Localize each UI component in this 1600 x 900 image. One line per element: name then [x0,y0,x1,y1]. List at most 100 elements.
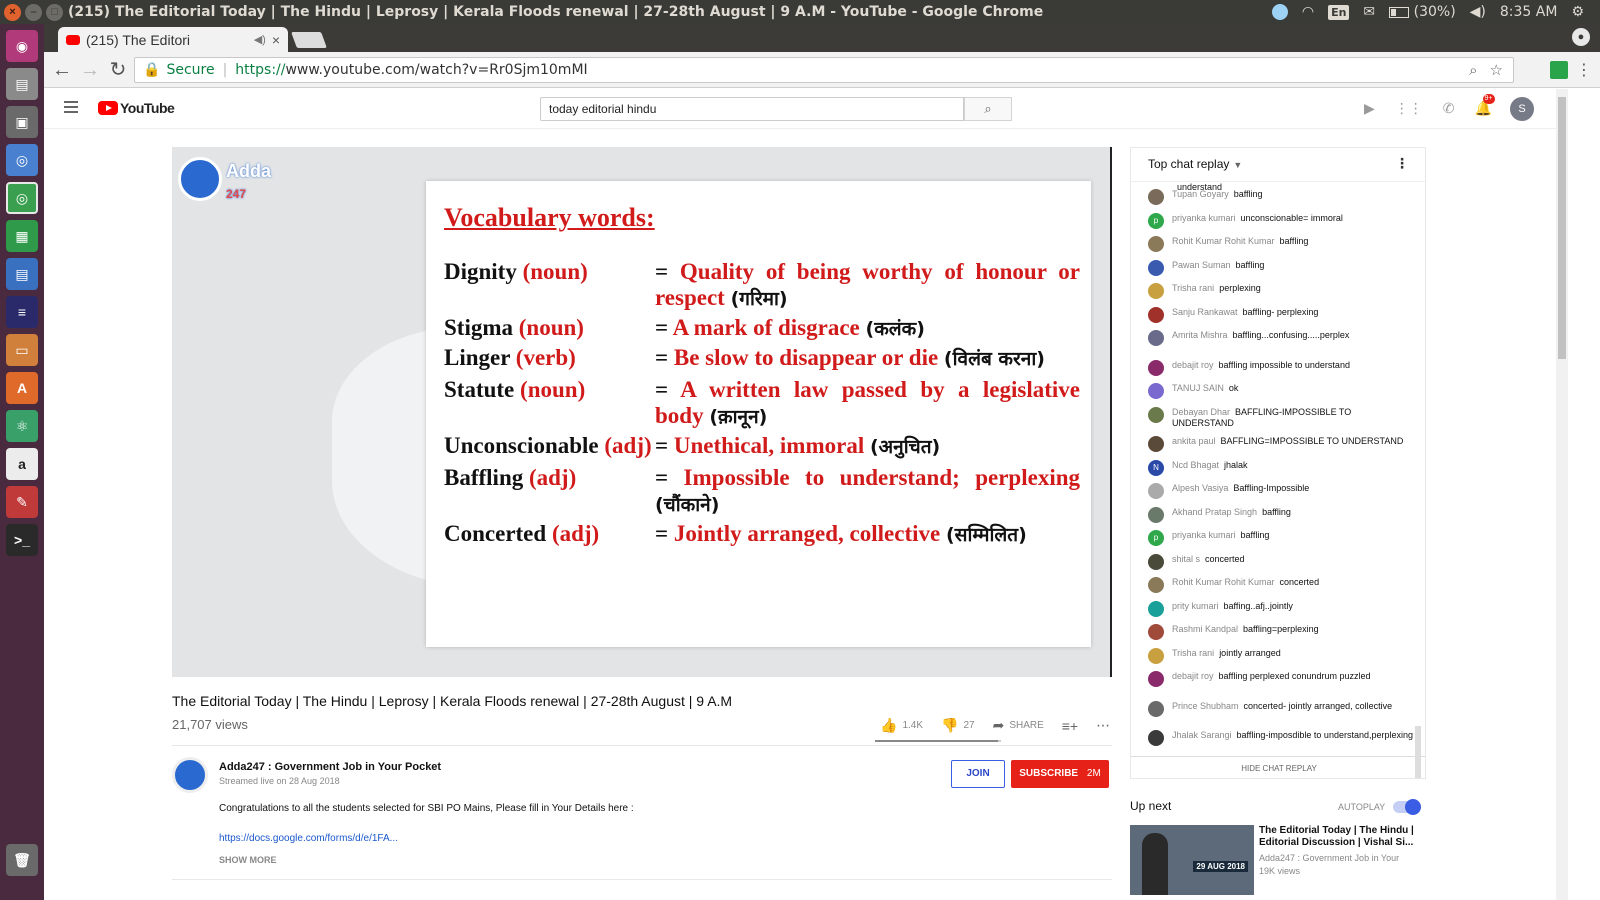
chat-message[interactable]: debajit roy baffling impossible to unders… [1148,359,1413,376]
create-video-icon[interactable]: ▶ [1364,100,1375,117]
chat-message[interactable]: Akhand Pratap Singh baffling [1148,506,1413,523]
chat-message[interactable]: Tupan Goyary baffling [1148,189,1413,205]
software-center-icon[interactable]: A [6,372,38,404]
extension-icon[interactable] [1550,61,1568,79]
battery-indicator[interactable]: (30%) [1389,4,1456,20]
chat-message[interactable]: Debayan Dhar BAFFLING-IMPOSSIBLE TO UNDER… [1148,406,1413,429]
autoplay-toggle[interactable] [1393,799,1422,815]
chat-message[interactable]: p priyanka kumari unconscionable= immoral [1148,212,1413,229]
messages-icon[interactable]: ✆ [1443,100,1455,117]
zoom-icon[interactable]: ⌕ [1469,61,1477,79]
hide-chat-replay-button[interactable]: HIDE CHAT REPLAY [1131,756,1425,778]
ubuntu-dash-icon[interactable]: ◉ [6,30,38,62]
minimize-window-button[interactable]: – [25,3,42,21]
chat-text: jointly arranged [1219,647,1281,658]
chat-message-body: Jhalak Sarangi baffling-imposdible to und… [1172,730,1413,746]
show-more-button[interactable]: SHOW MORE [219,855,277,865]
system-settings-icon[interactable]: ✎ [6,486,38,518]
chat-mode-dropdown[interactable]: Top chat replay ▼ [1148,157,1242,171]
chat-message-body: debajit roy baffling perplexed conundrum … [1172,671,1370,687]
volume-icon[interactable]: ◀) [1470,4,1486,20]
channel-name[interactable]: Adda247 : Government Job in Your Pocket [219,761,441,773]
chat-message[interactable]: p priyanka kumari baffling [1148,530,1413,546]
chrome-icon[interactable]: ◎ [6,182,38,214]
youtube-logo[interactable]: YouTube [98,100,175,116]
profile-icon[interactable]: ● [1572,28,1590,46]
address-bar[interactable]: 🔒 Secure | https://www.youtube.com/watch… [134,57,1514,83]
spreadsheet-icon[interactable]: ▦ [6,220,38,252]
like-button[interactable]: 👍 1.4K [880,717,923,734]
account-avatar[interactable]: S [1510,97,1534,121]
description-link[interactable]: https://docs.google.com/forms/d/e/1FA... [219,833,398,844]
chat-message[interactable]: Trisha rani jointly arranged [1148,647,1413,664]
atom-icon[interactable]: ⚛ [6,410,38,442]
dislike-button[interactable]: 👎 27 [941,717,975,734]
chat-author: ankita paul [1172,436,1216,446]
more-actions-button[interactable]: ⋯ [1096,717,1110,734]
chat-message[interactable]: ankita paul BAFFLING=IMPOSSIBLE TO UNDERS… [1148,436,1413,452]
video-player[interactable]: Adda 247 Vocabulary words: Dignity (noun)… [172,147,1112,677]
chat-message[interactable]: TANUJ SAIN ok [1148,383,1413,399]
chat-message[interactable]: Pawan Suman baffling [1148,259,1413,276]
video-description: Congratulations to all the students sele… [219,803,634,814]
files-icon[interactable]: ▤ [6,68,38,100]
dropbox-icon[interactable] [1271,4,1288,20]
mail-icon[interactable]: ✉ [1363,4,1375,20]
hamburger-menu-icon[interactable] [64,101,78,113]
settings-gear-icon[interactable]: ⚙ [1571,4,1584,20]
screenshot-icon[interactable]: ▣ [6,106,38,138]
reload-icon[interactable]: ↻ [106,58,130,82]
join-button[interactable]: JOIN [951,760,1005,788]
channel-avatar[interactable] [172,757,208,793]
chromium-icon[interactable]: ◎ [6,144,38,176]
keyboard-language[interactable]: En [1328,4,1350,20]
chat-message[interactable]: shital s concerted [1148,553,1413,570]
close-window-button[interactable]: × [4,3,21,21]
back-arrow-icon[interactable]: ← [50,58,74,82]
chat-message[interactable]: Amrita Mishra baffling...confusing.....pe… [1148,330,1413,346]
chrome-menu-icon[interactable]: ⋮ [1576,60,1592,80]
tab-audio-icon[interactable]: ◀) [254,33,266,46]
maximize-window-button[interactable]: □ [46,3,63,21]
add-to-playlist-button[interactable]: ≡+ [1062,718,1078,734]
chat-message[interactable]: Rohit Kumar Rohit Kumar baffling [1148,236,1413,252]
subscribe-button[interactable]: SUBSCRIBE 2M [1011,760,1109,788]
chat-message[interactable]: Trisha rani perplexing [1148,283,1413,299]
up-next-title[interactable]: The Editorial Today | The Hindu | Editor… [1259,825,1419,849]
forward-arrow-icon[interactable]: → [78,58,102,82]
clock[interactable]: 8:35 AM [1500,4,1558,20]
chat-message[interactable]: N Ncd Bhagat jhalak [1148,459,1413,476]
vocab-word: Linger [444,345,511,370]
chat-menu-icon[interactable]: ⋮ [1395,155,1409,172]
chat-message[interactable]: Rashmi Kandpal baffling=perplexing [1148,624,1413,640]
url-text: www.youtube.com/watch?v=Rr0Sjm10mMI [285,62,588,78]
chat-message[interactable]: Rohit Kumar Rohit Kumar concerted [1148,577,1413,593]
presentation-icon[interactable]: ▭ [6,334,38,366]
trash-icon[interactable]: 🗑 [6,844,38,876]
share-button[interactable]: ➦ SHARE [993,717,1044,734]
chat-message[interactable]: Alpesh Vasiya Baffling-Impossible [1148,483,1413,499]
tab-youtube[interactable]: (215) The Editori ◀) × [58,27,288,52]
wifi-icon[interactable]: ◠ [1302,4,1314,20]
new-tab-button[interactable] [291,32,327,48]
notifications-bell-icon[interactable]: 🔔 9+ [1475,94,1495,117]
page-scrollbar[interactable] [1556,89,1568,900]
tab-close-icon[interactable]: × [272,32,280,48]
eclipse-icon[interactable]: ≡ [6,296,38,328]
chat-message[interactable]: Prince Shubham concerted- jointly arrange… [1148,700,1413,717]
chat-message[interactable]: prity kumari baffing..afj..jointly [1148,600,1413,617]
search-button[interactable]: ⌕ [964,97,1012,121]
bookmark-star-icon[interactable]: ☆ [1490,61,1503,79]
apps-grid-icon[interactable]: ⋮⋮ [1395,100,1423,117]
terminal-icon[interactable]: >_ [6,524,38,556]
chat-message[interactable]: Sanju Rankawat baffling- perplexing [1148,306,1413,323]
amazon-icon[interactable]: a [6,448,38,480]
chat-message-list[interactable]: Tupan Goyary baffling p priyanka kumari unco… [1131,182,1425,756]
search-input[interactable]: today editorial hindu [540,97,964,121]
up-next-thumbnail[interactable]: 29 AUG 2018 [1130,825,1254,895]
writer-icon[interactable]: ▤ [6,258,38,290]
chat-message[interactable]: debajit roy baffling perplexed conundrum … [1148,671,1413,687]
chat-text: baffling...confusing.....perplex [1232,330,1350,340]
chat-message[interactable]: Jhalak Sarangi baffling-imposdible to und… [1148,730,1413,746]
page-scrollbar-thumb[interactable] [1558,97,1566,359]
